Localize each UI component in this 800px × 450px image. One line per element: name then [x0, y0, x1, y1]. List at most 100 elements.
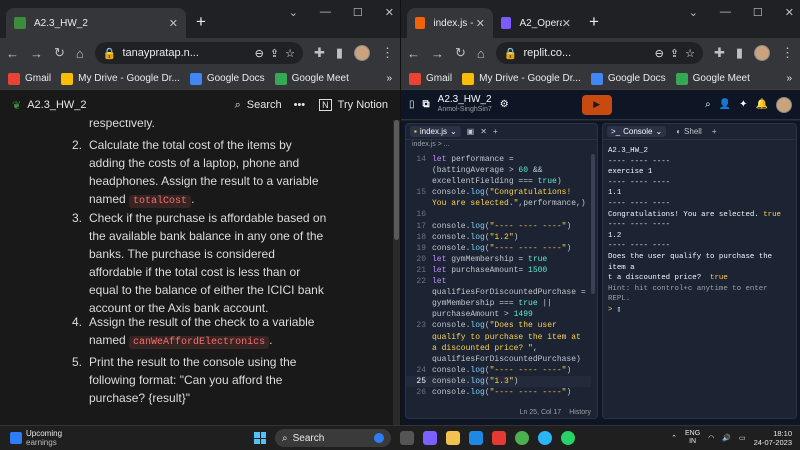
code-line[interactable]: 14 let performance = (battingAverage > 60… [406, 154, 591, 187]
bookmark-docs[interactable]: Google Docs [189, 72, 265, 85]
close-window-icon[interactable]: ✕ [385, 6, 394, 19]
avatar[interactable] [776, 96, 792, 113]
sidebar-toggle-icon[interactable]: ▯ [409, 99, 415, 110]
maximize-icon[interactable]: ☐ [353, 6, 363, 19]
avatar[interactable] [754, 45, 770, 61]
tab-console[interactable]: >_ Console ⌄ [607, 126, 667, 137]
more-bookmarks-icon[interactable]: » [386, 73, 392, 84]
bookmark-drive[interactable]: My Drive - Google Dr... [61, 72, 180, 85]
console-prompt[interactable]: > ▯ [608, 305, 793, 316]
chrome-icon[interactable] [515, 431, 529, 445]
new-tab-icon[interactable]: + [196, 12, 206, 32]
whatsapp-icon[interactable] [561, 431, 575, 445]
search-icon[interactable]: ⌕ [705, 99, 711, 110]
start-icon[interactable] [254, 432, 266, 444]
search-icon[interactable]: ⌕ [235, 99, 241, 112]
extensions-icon[interactable]: ✚ [314, 45, 325, 61]
maximize-icon[interactable]: ☐ [753, 6, 763, 19]
scroll-thumb[interactable] [394, 120, 399, 240]
chat-icon[interactable] [423, 431, 437, 445]
code-line[interactable]: 25 console.log("1.3") [406, 375, 591, 387]
address-bar[interactable]: 🔒 replit.co... ⊖ ⇪ ☆ [495, 42, 703, 64]
code-editor[interactable]: 14 let performance = (battingAverage > 60… [406, 154, 591, 398]
menu-icon[interactable]: ⋮ [781, 45, 794, 61]
history-button[interactable]: History [569, 409, 591, 416]
code-line[interactable]: 15 console.log("Congratulations! You are … [406, 187, 591, 209]
close-icon[interactable]: ✕ [562, 17, 571, 30]
bookmark-meet[interactable]: Google Meet [675, 72, 750, 85]
reload-icon[interactable]: ↻ [54, 45, 65, 61]
tab-shell[interactable]: ◐ Shell [672, 126, 706, 137]
bookmark-meet[interactable]: Google Meet [274, 72, 349, 85]
notion-more-button[interactable]: ••• [294, 99, 306, 111]
bookmark-gmail[interactable]: Gmail [409, 72, 452, 85]
console-output[interactable]: A2.3_HW_2 ---- ---- ---- exercise 1 ---- --… [608, 146, 793, 316]
minimize-icon[interactable]: — [720, 6, 731, 19]
bookmark-docs[interactable]: Google Docs [590, 72, 666, 85]
code-line[interactable]: 22 let qualifiesForDiscountedPurchase = g… [406, 276, 591, 320]
taskbar-search[interactable]: ⌕ Search [275, 429, 391, 447]
close-icon[interactable]: ✕ [476, 17, 485, 30]
file-explorer-icon[interactable] [446, 431, 460, 445]
breadcrumb[interactable]: index.js > ... [406, 140, 597, 152]
forward-icon[interactable]: → [30, 46, 43, 61]
notion-search-button[interactable]: Search [247, 99, 282, 111]
zoom-icon[interactable]: ⊖ [655, 47, 664, 60]
code-line[interactable]: 16 [406, 209, 591, 220]
try-notion-button[interactable]: Try Notion [338, 99, 388, 111]
share-icon[interactable]: ⇪ [270, 47, 279, 60]
left-tab-notion[interactable]: A2.3_HW_2 ✕ [6, 8, 186, 38]
star-icon[interactable]: ☆ [685, 47, 695, 60]
more-bookmarks-icon[interactable]: » [786, 73, 792, 84]
tab-replit-index[interactable]: index.js - A ✕ [407, 8, 493, 38]
code-line[interactable]: 23 console.log("Does the user qualify to … [406, 320, 591, 364]
edge-icon[interactable] [469, 431, 483, 445]
task-view-icon[interactable] [400, 431, 414, 445]
avatar[interactable] [354, 45, 370, 61]
back-icon[interactable]: ← [407, 46, 420, 61]
scrollbar[interactable] [591, 154, 595, 294]
invite-icon[interactable]: 👤 [719, 99, 731, 110]
repl-settings-icon[interactable]: ⚙ [500, 99, 509, 110]
language-indicator[interactable]: ENG IN [685, 430, 700, 446]
notion-page-title[interactable]: A2.3_HW_2 [27, 99, 86, 111]
share-icon[interactable]: ⇪ [670, 47, 679, 60]
code-line[interactable]: 19 console.log("---- ---- ----") [406, 243, 591, 254]
forward-icon[interactable]: → [431, 46, 444, 61]
address-bar[interactable]: 🔒 tanaypratap.n... ⊖ ⇪ ☆ [94, 42, 303, 64]
notifications-icon[interactable]: 🔔 [756, 99, 768, 110]
sidebar-icon[interactable]: ▮ [336, 45, 343, 61]
volume-icon[interactable]: 🔊 [722, 434, 731, 442]
zoom-icon[interactable]: ⊖ [255, 47, 264, 60]
add-tab-icon[interactable]: + [712, 127, 717, 136]
tab-a2-operators[interactable]: A2_Operat ✕ [493, 8, 579, 38]
close-icon[interactable]: ✕ [169, 17, 178, 30]
code-line[interactable]: 26 console.log("---- ---- ----") [406, 387, 591, 398]
minimize-icon[interactable]: — [320, 6, 331, 19]
reload-icon[interactable]: ↻ [455, 45, 466, 61]
code-line[interactable]: 17 console.log("---- ---- ----") [406, 221, 591, 232]
wifi-icon[interactable]: ◠ [708, 434, 714, 442]
split-icon[interactable]: ▣ [467, 127, 475, 136]
home-icon[interactable]: ⌂ [477, 46, 485, 61]
run-button[interactable]: ▶ [581, 94, 612, 115]
scrollbar[interactable] [393, 120, 400, 425]
chevron-up-icon[interactable]: ⌃ [671, 434, 677, 442]
bookmark-drive[interactable]: My Drive - Google Dr... [462, 72, 581, 85]
code-line[interactable]: 21 let purchaseAmount= 1500 [406, 265, 591, 276]
app-icon[interactable] [492, 431, 506, 445]
new-tab-icon[interactable]: + [589, 12, 599, 32]
add-tab-icon[interactable]: + [493, 127, 498, 136]
tab-index-js[interactable]: ▪ index.js ⌄ [410, 126, 461, 137]
home-icon[interactable]: ⌂ [76, 46, 84, 61]
replit-logo-icon[interactable]: ⧉ [423, 99, 430, 110]
weather-widget[interactable]: Upcoming earnings [0, 429, 160, 447]
code-line[interactable]: 18 console.log("1.2") [406, 232, 591, 243]
menu-icon[interactable]: ⋮ [381, 45, 394, 61]
code-line[interactable]: 20 let gymMembership = true [406, 254, 591, 265]
close-window-icon[interactable]: ✕ [785, 6, 794, 19]
code-line[interactable]: 24 console.log("---- ---- ----") [406, 365, 591, 376]
extensions-icon[interactable]: ✚ [714, 45, 725, 61]
repl-info[interactable]: A2.3_HW_2 Anmol-SinghSin7 [438, 94, 492, 115]
telegram-icon[interactable] [538, 431, 552, 445]
